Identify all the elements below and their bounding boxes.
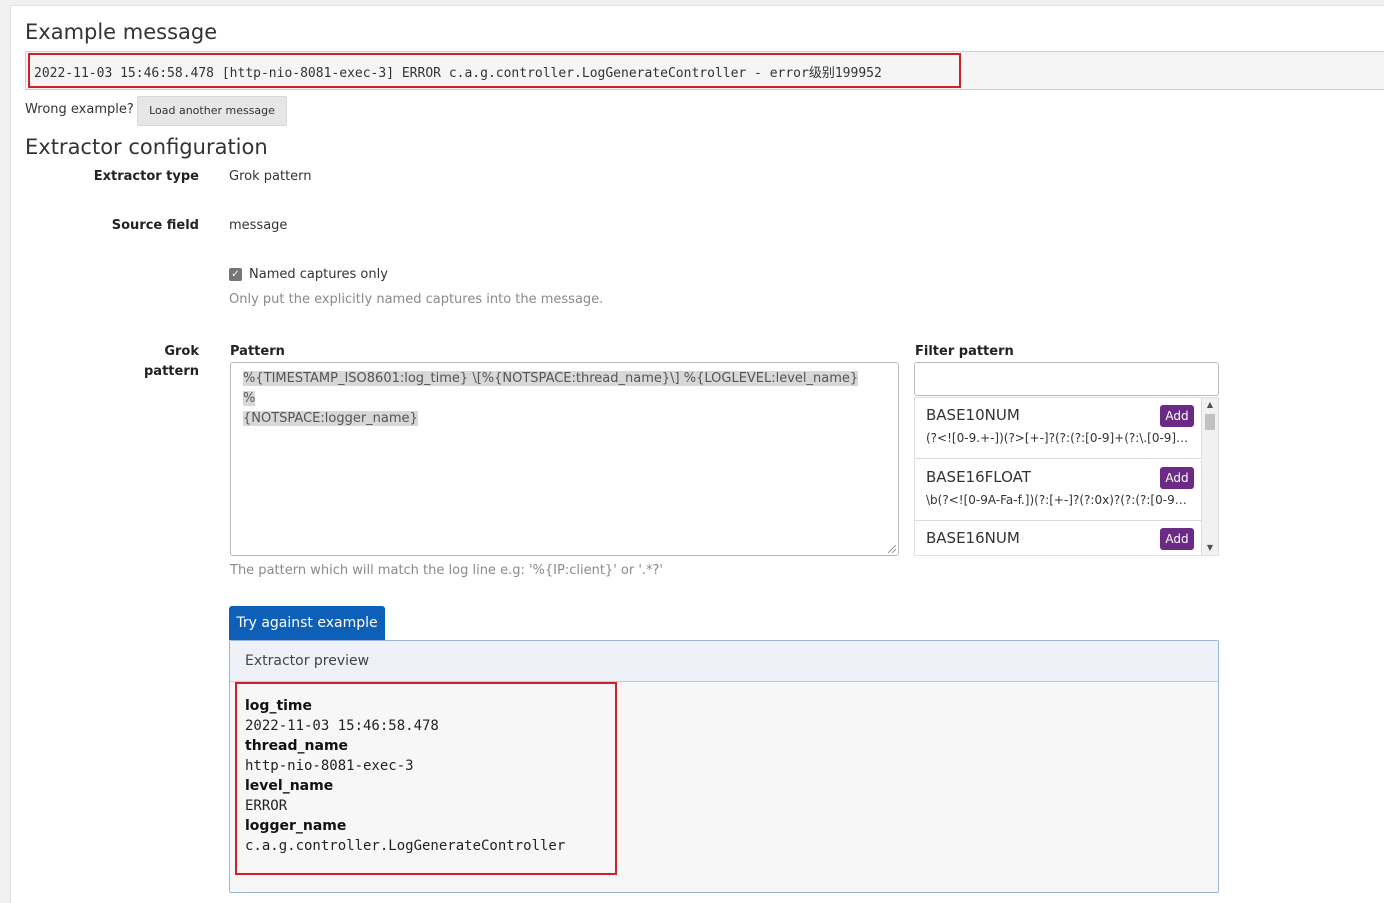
try-against-example-button[interactable]: Try against example bbox=[229, 606, 385, 640]
named-captures-checkbox[interactable]: ✓ bbox=[229, 268, 242, 281]
wrong-example-label: Wrong example? bbox=[25, 102, 134, 117]
pattern-text: %{TIMESTAMP_ISO8601:log_time} \[%{NOTSPA… bbox=[243, 369, 863, 429]
extractor-configuration-title: Extractor configuration bbox=[25, 135, 268, 159]
example-message-title: Example message bbox=[25, 20, 218, 44]
list-item: BASE16NUM Add bbox=[915, 521, 1202, 555]
pattern-line-1: %{TIMESTAMP_ISO8601:log_time} \[%{NOTSPA… bbox=[243, 371, 859, 406]
named-captures-help: Only put the explicitly named captures i… bbox=[229, 292, 604, 307]
source-field-label: Source field bbox=[111, 218, 199, 233]
extractor-type-value: Grok pattern bbox=[229, 169, 312, 184]
pattern-line-2: {NOTSPACE:logger_name} bbox=[243, 411, 418, 426]
list-item: BASE10NUM Add (?<![0-9.+-])(?>[+-]?(?:(?… bbox=[915, 398, 1202, 459]
add-pattern-button[interactable]: Add bbox=[1160, 467, 1194, 489]
pattern-label: Pattern bbox=[230, 344, 285, 359]
filter-pattern-label: Filter pattern bbox=[915, 344, 1014, 359]
load-another-message-button[interactable]: Load another message bbox=[137, 96, 287, 126]
pattern-regex: (?<![0-9.+-])(?>[+-]?(?:(?:[0-9]+(?:\.[0… bbox=[926, 431, 1194, 445]
grok-pattern-list: BASE10NUM Add (?<![0-9.+-])(?>[+-]?(?:(?… bbox=[914, 397, 1219, 556]
add-pattern-button[interactable]: Add bbox=[1160, 405, 1194, 427]
pattern-name: BASE16FLOAT bbox=[926, 468, 1031, 486]
add-pattern-button[interactable]: Add bbox=[1160, 528, 1194, 550]
resize-grip-icon[interactable] bbox=[888, 545, 896, 553]
pattern-help: The pattern which will match the log lin… bbox=[230, 563, 664, 578]
grok-pattern-label-line1: Grok bbox=[164, 344, 199, 359]
scroll-down-arrow-icon[interactable]: ▼ bbox=[1202, 541, 1218, 555]
pattern-name: BASE10NUM bbox=[926, 406, 1020, 424]
extractor-preview-header: Extractor preview bbox=[230, 641, 1218, 682]
pattern-regex: \b(?<![0-9A-Fa-f.])(?:[+-]?(?:0x)?(?:(?:… bbox=[926, 493, 1194, 507]
grok-pattern-label-line2: pattern bbox=[144, 364, 199, 379]
extractor-type-label: Extractor type bbox=[93, 169, 199, 184]
pattern-list-scrollbar[interactable]: ▲ ▼ bbox=[1202, 398, 1218, 555]
scroll-up-arrow-icon[interactable]: ▲ bbox=[1202, 398, 1218, 412]
source-field-value: message bbox=[229, 218, 288, 233]
list-item: BASE16FLOAT Add \b(?<![0-9A-Fa-f.])(?:[+… bbox=[915, 460, 1202, 521]
highlight-box-message bbox=[28, 53, 961, 88]
pattern-name: BASE16NUM bbox=[926, 529, 1020, 547]
highlight-box-preview bbox=[235, 682, 617, 875]
extractor-preview-title: Extractor preview bbox=[245, 653, 370, 669]
scroll-thumb[interactable] bbox=[1205, 414, 1215, 430]
named-captures-label[interactable]: Named captures only bbox=[249, 267, 388, 282]
filter-pattern-input[interactable] bbox=[914, 362, 1219, 396]
